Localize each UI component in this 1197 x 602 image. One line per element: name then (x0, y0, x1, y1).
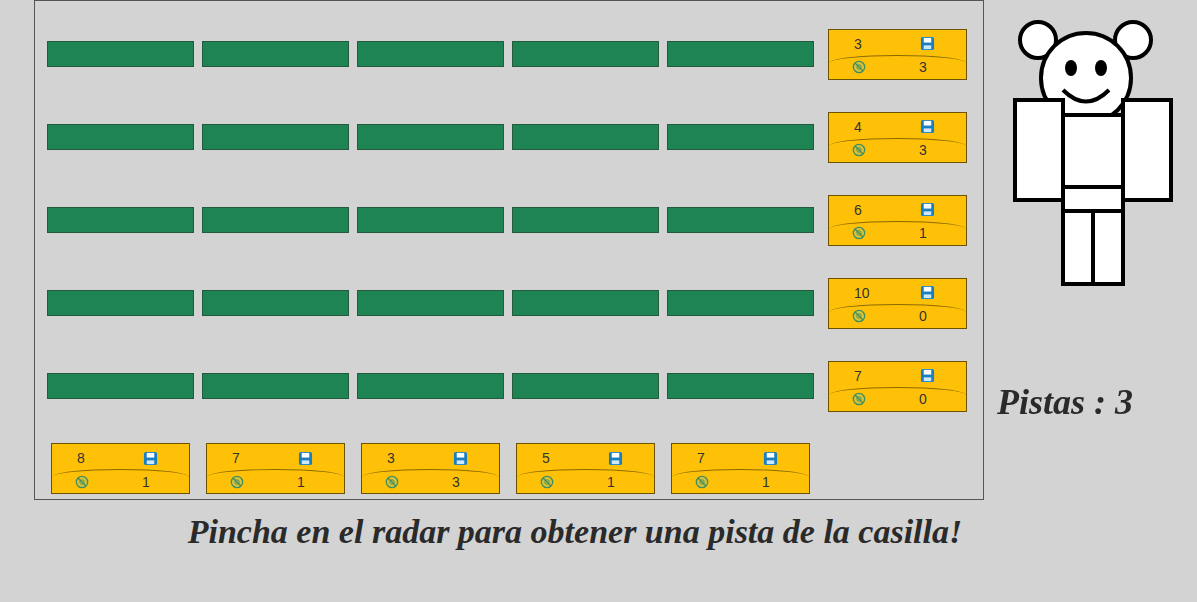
voltorb-icon (540, 475, 554, 489)
save-icon (920, 202, 935, 217)
save-icon (763, 451, 778, 466)
tile[interactable] (357, 290, 504, 316)
clue-card[interactable]: 71 (671, 443, 810, 494)
tile[interactable] (667, 290, 814, 316)
save-icon (920, 368, 935, 383)
save-icon (920, 36, 935, 51)
clue-voltorbs: 1 (297, 474, 305, 490)
clue-sum: 7 (232, 450, 292, 466)
save-icon (608, 451, 623, 466)
hints-counter: Pistas : 3 (997, 380, 1192, 424)
tile[interactable] (512, 207, 659, 233)
board-row: 61 (35, 195, 983, 245)
tile[interactable] (667, 41, 814, 67)
tile[interactable] (47, 290, 194, 316)
clue-voltorbs: 1 (607, 474, 615, 490)
voltorb-icon (852, 60, 866, 74)
voltorb-icon (385, 475, 399, 489)
clue-voltorbs: 0 (919, 308, 927, 324)
clue-voltorbs: 3 (452, 474, 460, 490)
character-icon (1013, 18, 1178, 290)
tile[interactable] (512, 124, 659, 150)
clue-card[interactable]: 71 (206, 443, 345, 494)
tile[interactable] (202, 290, 349, 316)
side-panel: Pistas : 3 (997, 18, 1192, 424)
voltorb-icon (230, 475, 244, 489)
tile[interactable] (357, 207, 504, 233)
tile[interactable] (667, 124, 814, 150)
column-clues: 8171335171 (35, 443, 983, 494)
voltorb-icon (75, 475, 89, 489)
clue-card[interactable]: 61 (828, 195, 967, 246)
tile[interactable] (512, 41, 659, 67)
tile[interactable] (202, 124, 349, 150)
voltorb-icon (852, 309, 866, 323)
voltorb-icon (695, 475, 709, 489)
board-row: 33 (35, 29, 983, 79)
clue-card[interactable]: 81 (51, 443, 190, 494)
tile[interactable] (47, 124, 194, 150)
clue-voltorbs: 0 (919, 391, 927, 407)
tile[interactable] (357, 124, 504, 150)
clue-sum: 6 (854, 202, 914, 218)
voltorb-icon (852, 226, 866, 240)
tile[interactable] (357, 373, 504, 399)
clue-sum: 7 (697, 450, 757, 466)
tile[interactable] (47, 207, 194, 233)
clue-voltorbs: 1 (142, 474, 150, 490)
tile[interactable] (667, 373, 814, 399)
save-icon (143, 451, 158, 466)
clue-voltorbs: 1 (762, 474, 770, 490)
tile[interactable] (202, 207, 349, 233)
clue-card[interactable]: 51 (516, 443, 655, 494)
clue-sum: 3 (387, 450, 447, 466)
clue-voltorbs: 3 (919, 59, 927, 75)
save-icon (920, 285, 935, 300)
save-icon (920, 119, 935, 134)
clue-sum: 3 (854, 36, 914, 52)
clue-card[interactable]: 43 (828, 112, 967, 163)
clue-sum: 10 (854, 285, 914, 301)
tile[interactable] (512, 290, 659, 316)
clue-card[interactable]: 10 0 (828, 278, 967, 329)
footer-text: Pincha en el radar para obtener una pist… (0, 510, 1150, 554)
board-row: 10 0 (35, 278, 983, 328)
save-icon (453, 451, 468, 466)
clue-sum: 8 (77, 450, 137, 466)
clue-sum: 7 (854, 368, 914, 384)
tile[interactable] (202, 41, 349, 67)
tile[interactable] (47, 41, 194, 67)
voltorb-icon (852, 392, 866, 406)
clue-sum: 5 (542, 450, 602, 466)
tile[interactable] (47, 373, 194, 399)
tile[interactable] (202, 373, 349, 399)
clue-card[interactable]: 70 (828, 361, 967, 412)
board-row: 70 (35, 361, 983, 411)
clue-voltorbs: 1 (919, 225, 927, 241)
clue-sum: 4 (854, 119, 914, 135)
clue-voltorbs: 3 (919, 142, 927, 158)
tile[interactable] (357, 41, 504, 67)
clue-card[interactable]: 33 (361, 443, 500, 494)
clue-card[interactable]: 33 (828, 29, 967, 80)
tile[interactable] (667, 207, 814, 233)
save-icon (298, 451, 313, 466)
voltorb-icon (852, 143, 866, 157)
game-board: 334361100708171335171 (34, 0, 984, 500)
tile[interactable] (512, 373, 659, 399)
board-row: 43 (35, 112, 983, 162)
